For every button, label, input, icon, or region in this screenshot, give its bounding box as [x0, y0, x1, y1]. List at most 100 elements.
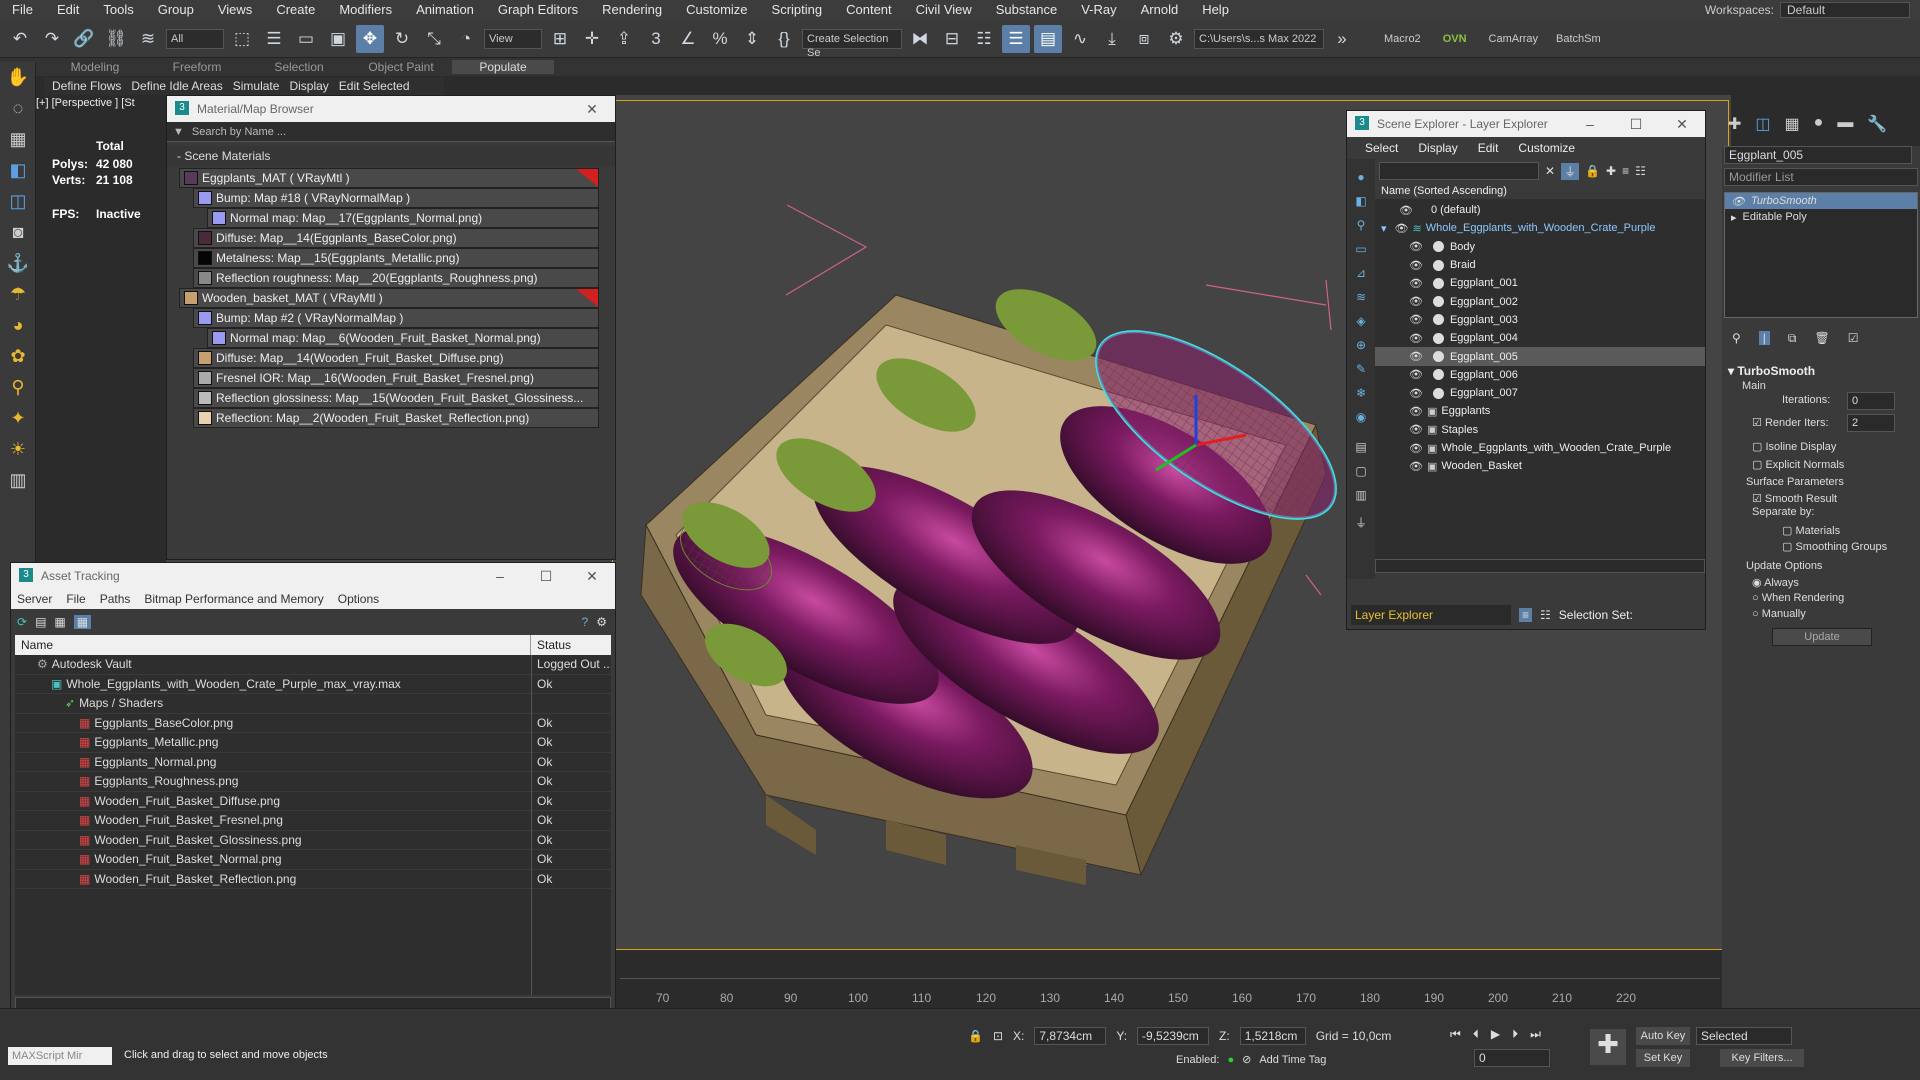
filter-icon[interactable]: ⏚	[1347, 511, 1375, 535]
camarray-button[interactable]: CamArray	[1489, 33, 1539, 45]
isoline-row[interactable]: ▢ Isoline Display	[1752, 440, 1836, 453]
asset-menu-options[interactable]: Options	[338, 592, 379, 606]
select-by-name-icon[interactable]: ☰	[260, 25, 288, 53]
lock-icon[interactable]: 🔒	[1585, 164, 1600, 178]
col-status[interactable]: Status	[531, 635, 571, 655]
menu-edit[interactable]: Edit	[45, 0, 91, 20]
scene-column-header[interactable]: Name (Sorted Ascending)	[1375, 183, 1705, 199]
key-mode-dropdown[interactable]: Selected	[1696, 1027, 1792, 1045]
align-icon[interactable]: ⊟	[938, 25, 966, 53]
set-key-button[interactable]: Set Key	[1636, 1049, 1690, 1067]
scene-titlebar[interactable]: 3 Scene Explorer - Layer Explorer – ☐ ✕	[1347, 111, 1705, 137]
expand-icon[interactable]: ▸	[1731, 211, 1737, 224]
utilities-tab-icon[interactable]: 🔧	[1867, 114, 1887, 146]
ribbon-tab-modeling[interactable]: Modeling	[44, 60, 146, 74]
scene-menu-select[interactable]: Select	[1365, 141, 1398, 155]
smoothing-groups-row[interactable]: ▢ Smoothing Groups	[1782, 540, 1887, 553]
scene-tree-row[interactable]: 👁 Eggplant_001	[1375, 274, 1705, 292]
add-time-tag[interactable]: Add Time Tag	[1259, 1054, 1326, 1066]
turbosmooth-rollout-title[interactable]: ▾ TurboSmooth	[1728, 364, 1815, 378]
hierarchy-tab-icon[interactable]: ▦	[1785, 114, 1800, 146]
toggle-scene-explorer-icon[interactable]: ☷	[970, 25, 998, 53]
display-cameras-icon[interactable]: ▭	[1347, 237, 1375, 261]
scene-menu-edit[interactable]: Edit	[1478, 141, 1499, 155]
scene-menu-display[interactable]: Display	[1418, 141, 1457, 155]
ribbon-tab-selection[interactable]: Selection	[248, 60, 350, 74]
go-to-end-icon[interactable]: ⏭	[1530, 1027, 1541, 1042]
settings-icon[interactable]: ⚙	[596, 615, 607, 629]
material-row[interactable]: Eggplants_MAT ( VRayMtl )	[179, 168, 599, 188]
auto-key-button[interactable]: Auto Key	[1636, 1027, 1690, 1045]
menu-graph-editors[interactable]: Graph Editors	[486, 0, 590, 20]
col-name[interactable]: Name	[15, 635, 531, 655]
placement-icon[interactable]: ◔	[452, 25, 480, 53]
time-tag-icon[interactable]: ⊘	[1242, 1053, 1251, 1066]
material-row[interactable]: Reflection: Map__2(Wooden_Fruit_Basket_R…	[193, 408, 599, 428]
angle-snap-icon[interactable]: ∠	[674, 25, 702, 53]
material-row[interactable]: Wooden_basket_MAT ( VRayMtl )	[179, 288, 599, 308]
menu-create[interactable]: Create	[264, 0, 327, 20]
minimize-icon[interactable]: –	[477, 568, 523, 585]
display-spacewarps-icon[interactable]: ≋	[1347, 285, 1375, 309]
ribbon-tab-populate[interactable]: Populate	[452, 60, 554, 74]
macro2-button[interactable]: Macro2	[1384, 33, 1421, 45]
systems-icon[interactable]: ✿	[0, 341, 36, 372]
material-row[interactable]: Metalness: Map__15(Eggplants_Metallic.pn…	[193, 248, 599, 268]
percent-snap-icon[interactable]: %	[706, 25, 734, 53]
maxscript-listener[interactable]: MAXScript Mir	[8, 1047, 112, 1065]
window-crossing-icon[interactable]: ▣	[324, 25, 352, 53]
workspaces-select[interactable]: Default	[1780, 2, 1910, 18]
display-geometry-icon[interactable]: ●	[1347, 165, 1375, 189]
menu-arnold[interactable]: Arnold	[1129, 0, 1191, 20]
motion-tab-icon[interactable]: ●	[1814, 114, 1824, 146]
z-coord-field[interactable]: 1,5218cm	[1239, 1027, 1306, 1045]
display-containers-icon[interactable]: ❄	[1347, 381, 1375, 405]
filter-funnel-icon[interactable]: ⏚	[1561, 162, 1580, 180]
batchsm-button[interactable]: BatchSm	[1556, 33, 1601, 45]
menu-civil-view[interactable]: Civil View	[904, 0, 984, 20]
materials-row[interactable]: ▢ Materials	[1782, 524, 1840, 537]
scene-tree-row[interactable]: ▾ 👁 ≋ Whole_Eggplants_with_Wooden_Crate_Pur…	[1375, 219, 1705, 237]
material-row[interactable]: Diffuse: Map__14(Wooden_Fruit_Basket_Dif…	[193, 348, 599, 368]
select-object-icon[interactable]: ⬚	[228, 25, 256, 53]
display-shapes-icon[interactable]: ◧	[1347, 189, 1375, 213]
create-selection-set-dropdown[interactable]: Create Selection Se	[802, 28, 902, 59]
shapes-icon[interactable]: ◫	[0, 186, 36, 217]
dynamics-icon[interactable]: ✦	[0, 403, 36, 434]
play-icon[interactable]: ▶	[1491, 1027, 1500, 1042]
undo-icon[interactable]: ↶	[6, 25, 34, 53]
visibility-eye-icon[interactable]: 👁	[1409, 240, 1423, 253]
menu-help[interactable]: Help	[1190, 0, 1241, 20]
scene-tree-row[interactable]: 👁 Eggplant_006	[1375, 366, 1705, 384]
spinner-snap-icon[interactable]: ⇕	[738, 25, 766, 53]
display-groups-icon[interactable]: ◈	[1347, 309, 1375, 333]
menu-file[interactable]: File	[0, 0, 45, 20]
scene-tree-row[interactable]: 👁 Eggplant_005	[1375, 347, 1705, 366]
show-end-result-icon[interactable]: |	[1758, 331, 1770, 345]
selection-filter-dropdown[interactable]: All	[166, 28, 224, 49]
visibility-eye-icon[interactable]: 👁	[1409, 277, 1423, 290]
explicit-row[interactable]: ▢ Explicit Normals	[1752, 458, 1844, 471]
scene-search-input[interactable]	[1379, 162, 1539, 180]
asset-menu-file[interactable]: File	[66, 592, 85, 606]
display-xrefs-icon[interactable]: ⊕	[1347, 333, 1375, 357]
particle-icon[interactable]: ⚲	[0, 372, 36, 403]
scene-tree-row[interactable]: 👁 Eggplant_004	[1375, 329, 1705, 347]
ribbon-sub-simulate[interactable]: Simulate	[233, 79, 280, 93]
visibility-eye-icon[interactable]: 👁	[1409, 460, 1423, 473]
maximize-icon[interactable]: ☐	[523, 568, 569, 585]
absolute-mode-icon[interactable]: ⊡	[993, 1029, 1003, 1043]
spacewarps-icon[interactable]: ◕	[0, 310, 36, 341]
visibility-eye-icon[interactable]: 👁	[1409, 423, 1423, 436]
menu-customize[interactable]: Customize	[674, 0, 759, 20]
material-row[interactable]: Bump: Map #2 ( VRayNormalMap )	[193, 308, 599, 328]
ribbon-sub-define-idle-areas[interactable]: Define Idle Areas	[131, 79, 222, 93]
material-row[interactable]: Bump: Map #18 ( VRayNormalMap )	[193, 188, 599, 208]
clear-icon[interactable]: ✕	[1545, 164, 1555, 178]
visibility-eye-icon[interactable]: 👁	[1409, 350, 1423, 363]
y-coord-field[interactable]: -9,5239cm	[1137, 1027, 1210, 1045]
iterations-spinner[interactable]: 0	[1847, 392, 1895, 410]
key-filters-button[interactable]: Key Filters...	[1720, 1049, 1804, 1067]
material-row[interactable]: Reflection glossiness: Map__15(Wooden_Fr…	[193, 388, 599, 408]
help-icon[interactable]: ?	[582, 615, 589, 629]
